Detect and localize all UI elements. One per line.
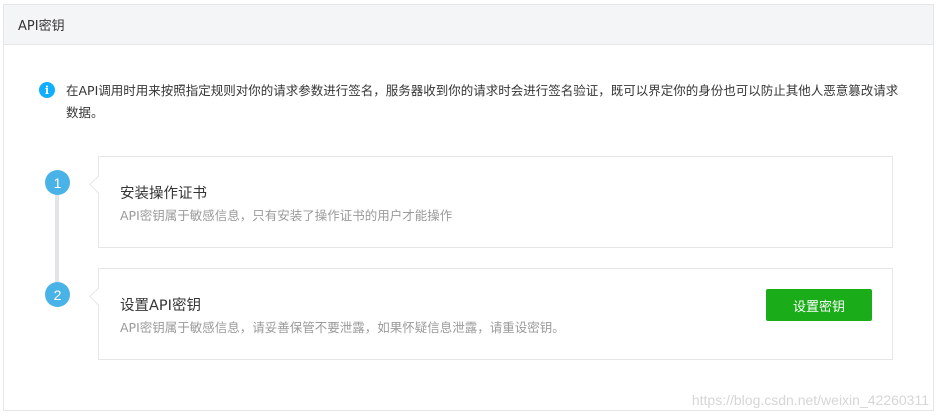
step-2-title: 设置API密钥: [120, 298, 201, 314]
step-1-title: 安装操作证书: [120, 186, 207, 202]
info-icon: i: [39, 82, 55, 98]
panel-title: API密钥: [18, 19, 65, 34]
timeline-connector: [55, 195, 59, 293]
set-api-key-button[interactable]: 设置密钥: [766, 289, 872, 321]
step-2-description: API密钥属于敏感信息，请妥善保管不要泄露，如果怀疑信息泄露，请重设密钥。: [120, 320, 565, 335]
watermark: https://blog.csdn.net/weixin_42260311: [691, 392, 929, 408]
info-notice: i 在API调用时用来按照指定规则对你的请求参数进行签名，服务器收到你的请求时会…: [39, 80, 899, 124]
step-1-description: API密钥属于敏感信息，只有安装了操作证书的用户才能操作: [120, 208, 453, 223]
panel-header: API密钥: [4, 5, 933, 45]
step-1-card: 安装操作证书 API密钥属于敏感信息，只有安装了操作证书的用户才能操作: [98, 156, 893, 248]
notice-text: 在API调用时用来按照指定规则对你的请求参数进行签名，服务器收到你的请求时会进行…: [66, 83, 899, 120]
step-1-number: 1: [45, 170, 70, 195]
step-2-number: 2: [45, 282, 70, 307]
step-2-card: 设置API密钥 API密钥属于敏感信息，请妥善保管不要泄露，如果怀疑信息泄露，请…: [98, 268, 893, 360]
